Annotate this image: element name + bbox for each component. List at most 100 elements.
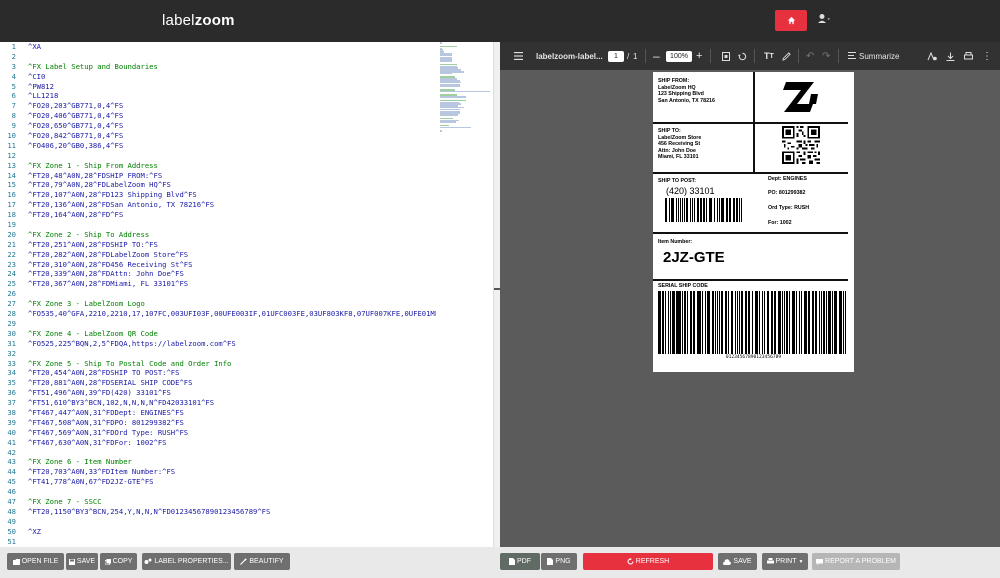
code-line[interactable]: 24 ^FT20,339^A0N,28^FDAttn: John Doe^FS <box>0 269 436 279</box>
print-icon[interactable] <box>964 42 973 70</box>
line-number: 49 <box>7 516 16 526</box>
save-output-button[interactable]: SAVE <box>718 553 757 570</box>
open-file-button[interactable]: OPEN FILE <box>7 553 64 570</box>
code-line[interactable]: 3 ^FX Label Setup and Boundaries <box>0 62 436 72</box>
png-tab-button[interactable]: PNG <box>541 553 577 570</box>
editor-minimap[interactable] <box>440 42 493 132</box>
code-line[interactable]: 17 ^FT20,136^A0N,28^FDSan Antonio, TX 782… <box>0 200 436 210</box>
code-line[interactable]: 27 ^FX Zone 3 - LabelZoom Logo <box>0 299 436 309</box>
line-text: ^FT20,79^A0N,28^FDLabelZoom HQ^FS <box>28 180 171 190</box>
code-line[interactable]: 38 ^FT467,447^A0N,31^FDDept: ENGINES^FS <box>0 408 436 418</box>
code-line[interactable]: 15 ^FT20,79^A0N,28^FDLabelZoom HQ^FS <box>0 180 436 190</box>
code-line[interactable]: 6 ^LL1218 <box>0 91 436 101</box>
print-button[interactable]: PRINT ▼ <box>762 553 808 570</box>
beautify-button[interactable]: BEAUTIFY <box>234 553 290 570</box>
code-line[interactable]: 21 ^FT20,251^A0N,28^FDSHIP TO:^FS <box>0 240 436 250</box>
code-line[interactable]: 36 ^FT51,496^A0N,39^FD(420) 33101^FS <box>0 388 436 398</box>
draw-tool-icon[interactable] <box>782 42 791 70</box>
label-preview: SHIP FROM: LabelZoom HQ 123 Shipping Blv… <box>653 72 854 372</box>
code-line[interactable]: 30 ^FX Zone 4 - LabelZoom QR Code <box>0 329 436 339</box>
barcode-bar <box>723 198 724 222</box>
code-line[interactable]: 13 ^FX Zone 1 - Ship From Address <box>0 161 436 171</box>
menu-icon[interactable] <box>514 42 523 70</box>
code-line[interactable]: 11 ^FO406,20^GB0,386,4^FS <box>0 141 436 151</box>
code-line[interactable]: 20 ^FX Zone 2 - Ship To Address <box>0 230 436 240</box>
barcode-bar <box>844 291 846 354</box>
code-line[interactable]: 32 <box>0 349 436 359</box>
line-number: 7 <box>11 101 16 111</box>
code-line[interactable]: 28 ^FO535,40^GFA,2210,2210,17,107FC,003UF… <box>0 309 436 319</box>
code-line[interactable]: 9 ^FO20,650^GB771,0,4^FS <box>0 121 436 131</box>
printer-icon <box>766 558 774 564</box>
code-line[interactable]: 23 ^FT20,310^A0N,28^FD456 Receiving St^FS <box>0 260 436 270</box>
code-line[interactable]: 29 <box>0 319 436 329</box>
code-line[interactable]: 47 ^FX Zone 7 - SSCC <box>0 497 436 507</box>
undo-icon[interactable]: ↶ <box>806 42 814 70</box>
copy-button[interactable]: COPY <box>100 553 137 570</box>
more-options-icon[interactable]: ⋮ <box>982 42 992 70</box>
save-button[interactable]: SAVE <box>66 553 98 570</box>
page-number-input[interactable]: 1 <box>608 50 624 62</box>
code-line[interactable]: 42 <box>0 448 436 458</box>
barcode-bar <box>733 198 736 222</box>
line-number: 41 <box>7 437 16 447</box>
code-line[interactable]: 40 ^FT467,569^A0N,31^FDOrd Type: RUSH^FS <box>0 428 436 438</box>
code-line[interactable]: 7 ^FO20,203^GB771,0,4^FS <box>0 101 436 111</box>
code-line[interactable]: 51 <box>0 537 436 547</box>
gears-icon <box>144 558 152 564</box>
add-text-icon[interactable] <box>927 42 937 70</box>
barcode-bar <box>738 291 741 354</box>
code-line[interactable]: 44 ^FT20,703^A0N,33^FDItem Number:^FS <box>0 467 436 477</box>
code-line[interactable]: 10 ^FO20,842^GB771,0,4^FS <box>0 131 436 141</box>
code-line[interactable]: 39 ^FT467,508^A0N,31^FDPO: 801299382^FS <box>0 418 436 428</box>
summarize-button[interactable]: Summarize <box>848 42 899 70</box>
barcode-bar <box>706 291 708 354</box>
rotate-icon[interactable] <box>738 42 747 70</box>
code-line[interactable]: 1 ^XA <box>0 42 436 52</box>
code-line[interactable]: 26 <box>0 289 436 299</box>
code-line[interactable]: 31 ^FO525,225^BQN,2,5^FDQA,https://labelz… <box>0 339 436 349</box>
download-icon[interactable] <box>946 42 955 70</box>
code-line[interactable]: 16 ^FT20,107^A0N,28^FD123 Shipping Blvd^F… <box>0 190 436 200</box>
code-line[interactable]: 49 <box>0 517 436 527</box>
pdf-tab-button[interactable]: PDF <box>500 553 540 570</box>
code-line[interactable]: 34 ^FT20,454^A0N,28^FDSHIP TO POST:^FS <box>0 368 436 378</box>
code-line[interactable]: 33 ^FX Zone 5 - Ship To Postal Code and O… <box>0 359 436 369</box>
code-line[interactable]: 19 <box>0 220 436 230</box>
fit-page-icon[interactable] <box>722 42 730 70</box>
code-line[interactable]: 8 ^FO20,406^GB771,0,4^FS <box>0 111 436 121</box>
code-line[interactable]: 4 ^CI0 <box>0 72 436 82</box>
code-line[interactable]: 18 ^FT20,164^A0N,28^FD^FS <box>0 210 436 220</box>
code-line[interactable]: 2 <box>0 52 436 62</box>
zoom-in-icon[interactable]: + <box>696 42 702 70</box>
barcode-bar <box>818 291 820 354</box>
user-menu-button[interactable] <box>817 12 833 28</box>
code-line[interactable]: 25 ^FT20,367^A0N,28^FDMiami, FL 33101^FS <box>0 279 436 289</box>
redo-icon[interactable]: ↷ <box>822 42 830 70</box>
line-text: ^FT20,164^A0N,28^FD^FS <box>28 210 124 220</box>
code-line[interactable]: 41 ^FT467,630^A0N,31^FDFor: 1002^FS <box>0 438 436 448</box>
code-line[interactable]: 45 ^FT41,778^A0N,67^FD2JZ-GTE^FS <box>0 477 436 487</box>
refresh-button[interactable]: REFRESH <box>583 553 713 570</box>
code-line[interactable]: 35 ^FT20,881^A0N,28^FDSERIAL SHIP CODE^FS <box>0 378 436 388</box>
code-line[interactable]: 50 ^XZ <box>0 527 436 537</box>
line-number: 45 <box>7 477 16 487</box>
code-line[interactable]: 43 ^FX Zone 6 - Item Number <box>0 457 436 467</box>
code-line[interactable]: 37 ^FT51,610^BY3^BCN,102,N,N,N,N^FD420331… <box>0 398 436 408</box>
home-button[interactable] <box>775 10 807 31</box>
code-lines[interactable]: 1 ^XA 2 3 ^FX Label Setup and Boundaries 4 ^CI… <box>0 42 436 547</box>
code-line[interactable]: 14 ^FT20,48^A0N,28^FDSHIP FROM:^FS <box>0 171 436 181</box>
code-line[interactable]: 46 <box>0 487 436 497</box>
label-properties-button[interactable]: LABEL PROPERTIES... <box>142 553 231 570</box>
code-line[interactable]: 12 <box>0 151 436 161</box>
zpl-code-editor[interactable]: 1 ^XA 2 3 ^FX Label Setup and Boundaries 4 ^CI… <box>0 42 494 547</box>
text-tool-icon[interactable]: TT <box>764 42 774 70</box>
app-logo[interactable]: labelzoom <box>162 12 235 29</box>
zoom-level[interactable]: 100% <box>666 50 692 62</box>
zoom-out-icon[interactable]: – <box>653 42 660 70</box>
report-problem-button[interactable]: REPORT A PROBLEM <box>812 553 900 570</box>
code-line[interactable]: 5 ^PW812 <box>0 82 436 92</box>
code-line[interactable]: 48 ^FT20,1150^BY3^BCN,254,Y,N,N,N^FD01234… <box>0 507 436 517</box>
code-line[interactable]: 22 ^FT20,282^A0N,28^FDLabelZoom Store^FS <box>0 250 436 260</box>
barcode-bar <box>740 198 742 222</box>
